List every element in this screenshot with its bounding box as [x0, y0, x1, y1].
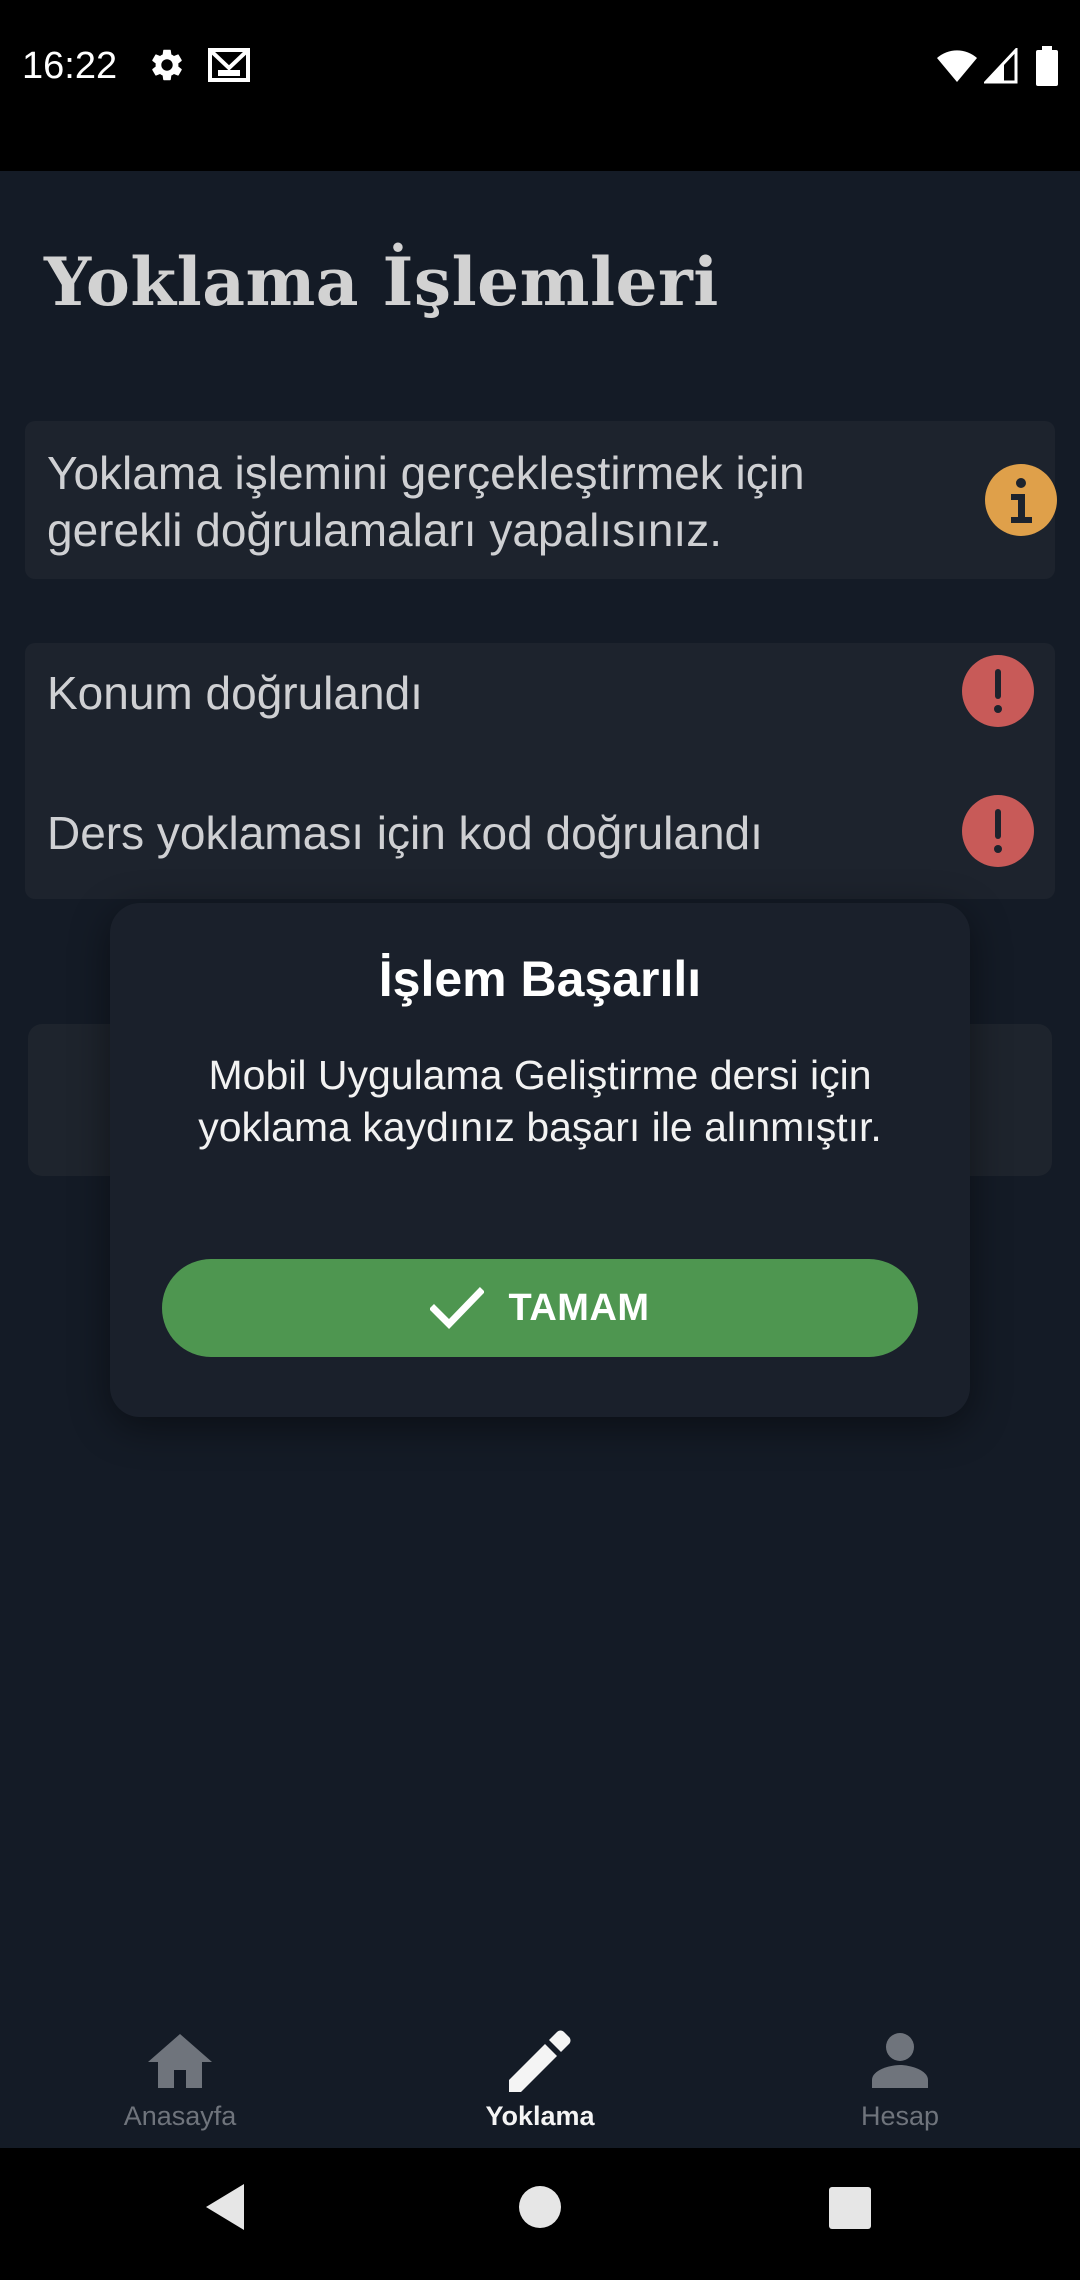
nav-label: Hesap: [860, 2101, 940, 2131]
nav-item-anasayfa[interactable]: Anasayfa: [0, 2009, 360, 2148]
ok-button[interactable]: TAMAM: [162, 1259, 918, 1357]
signal-icon: [984, 48, 1018, 84]
status-bar: 16:22: [0, 0, 1080, 171]
system-navigation-bar: [0, 2148, 1080, 2280]
back-icon[interactable]: [204, 2182, 248, 2232]
nav-item-hesap[interactable]: Hesap: [720, 2009, 1080, 2148]
nav-label: Yoklama: [485, 2101, 595, 2131]
check-label: Ders yoklaması için kod doğrulandı: [47, 807, 763, 859]
check-label: Konum doğrulandı: [47, 667, 423, 719]
success-dialog: İşlem Başarılı Mobil Uygulama Geliştirme…: [110, 903, 970, 1417]
info-card: Yoklama işlemini gerçekleştirmek için ge…: [25, 421, 1057, 579]
exclamation-icon: [962, 795, 1034, 867]
gear-icon: [148, 46, 186, 84]
wifi-icon: [936, 48, 978, 84]
nav-item-yoklama[interactable]: Yoklama: [360, 2009, 720, 2148]
app-screen: Yoklama İşlemleri Yoklama işlemini gerçe…: [0, 171, 1080, 2148]
home-circle-icon[interactable]: [518, 2182, 562, 2232]
check-icon: [430, 1287, 485, 1329]
exclamation-icon: [962, 655, 1034, 727]
recents-icon[interactable]: [828, 2182, 872, 2232]
battery-icon: [1036, 46, 1058, 86]
dialog-title: İşlem Başarılı: [378, 951, 702, 1007]
status-time: 16:22: [22, 45, 118, 87]
nav-label: Anasayfa: [123, 2101, 237, 2131]
check-row-code: Ders yoklaması için kod doğrulandı: [25, 787, 1055, 877]
person-icon: [870, 2027, 930, 2095]
verification-card: Konum doğrulandı Ders yoklaması için kod…: [25, 643, 1055, 899]
bottom-navigation: Anasayfa Yoklama Hesap: [0, 2009, 1080, 2148]
mail-icon: [208, 46, 250, 84]
ok-button-label: TAMAM: [508, 1286, 650, 1329]
check-row-location: Konum doğrulandı: [25, 647, 1055, 737]
info-text: Yoklama işlemini gerçekleştirmek için ge…: [47, 447, 805, 556]
info-icon: [985, 464, 1057, 536]
pencil-icon: [507, 2027, 573, 2095]
home-icon: [146, 2027, 214, 2095]
page-title: Yoklama İşlemleri: [44, 243, 719, 321]
dialog-message: Mobil Uygulama Geliştirme dersi için yok…: [198, 1052, 882, 1150]
